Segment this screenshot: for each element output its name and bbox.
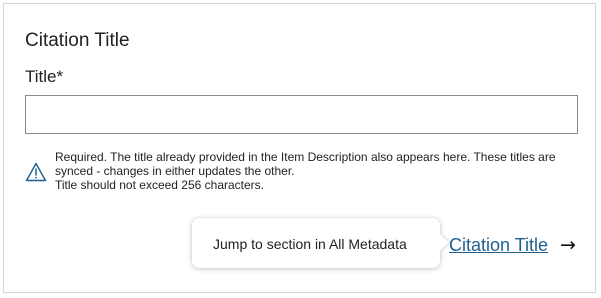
help-text: Required. The title already provided in … xyxy=(55,150,581,192)
jump-tooltip: Jump to section in All Metadata xyxy=(192,218,440,268)
tooltip-text: Jump to section in All Metadata xyxy=(213,236,407,252)
title-field-label: Title* xyxy=(25,67,64,86)
help-text-line-2: Title should not exceed 256 characters. xyxy=(55,178,265,192)
section-title: Citation Title xyxy=(25,30,130,51)
help-text-line-1: Required. The title already provided in … xyxy=(55,150,556,178)
warning-triangle-icon xyxy=(25,162,47,182)
citation-title-card: Citation Title Title* Required. The titl… xyxy=(3,3,596,293)
arrow-right-icon[interactable]: → xyxy=(560,234,576,256)
jump-to-citation-title-link[interactable]: Citation Title xyxy=(449,235,548,256)
title-input[interactable] xyxy=(25,95,578,134)
